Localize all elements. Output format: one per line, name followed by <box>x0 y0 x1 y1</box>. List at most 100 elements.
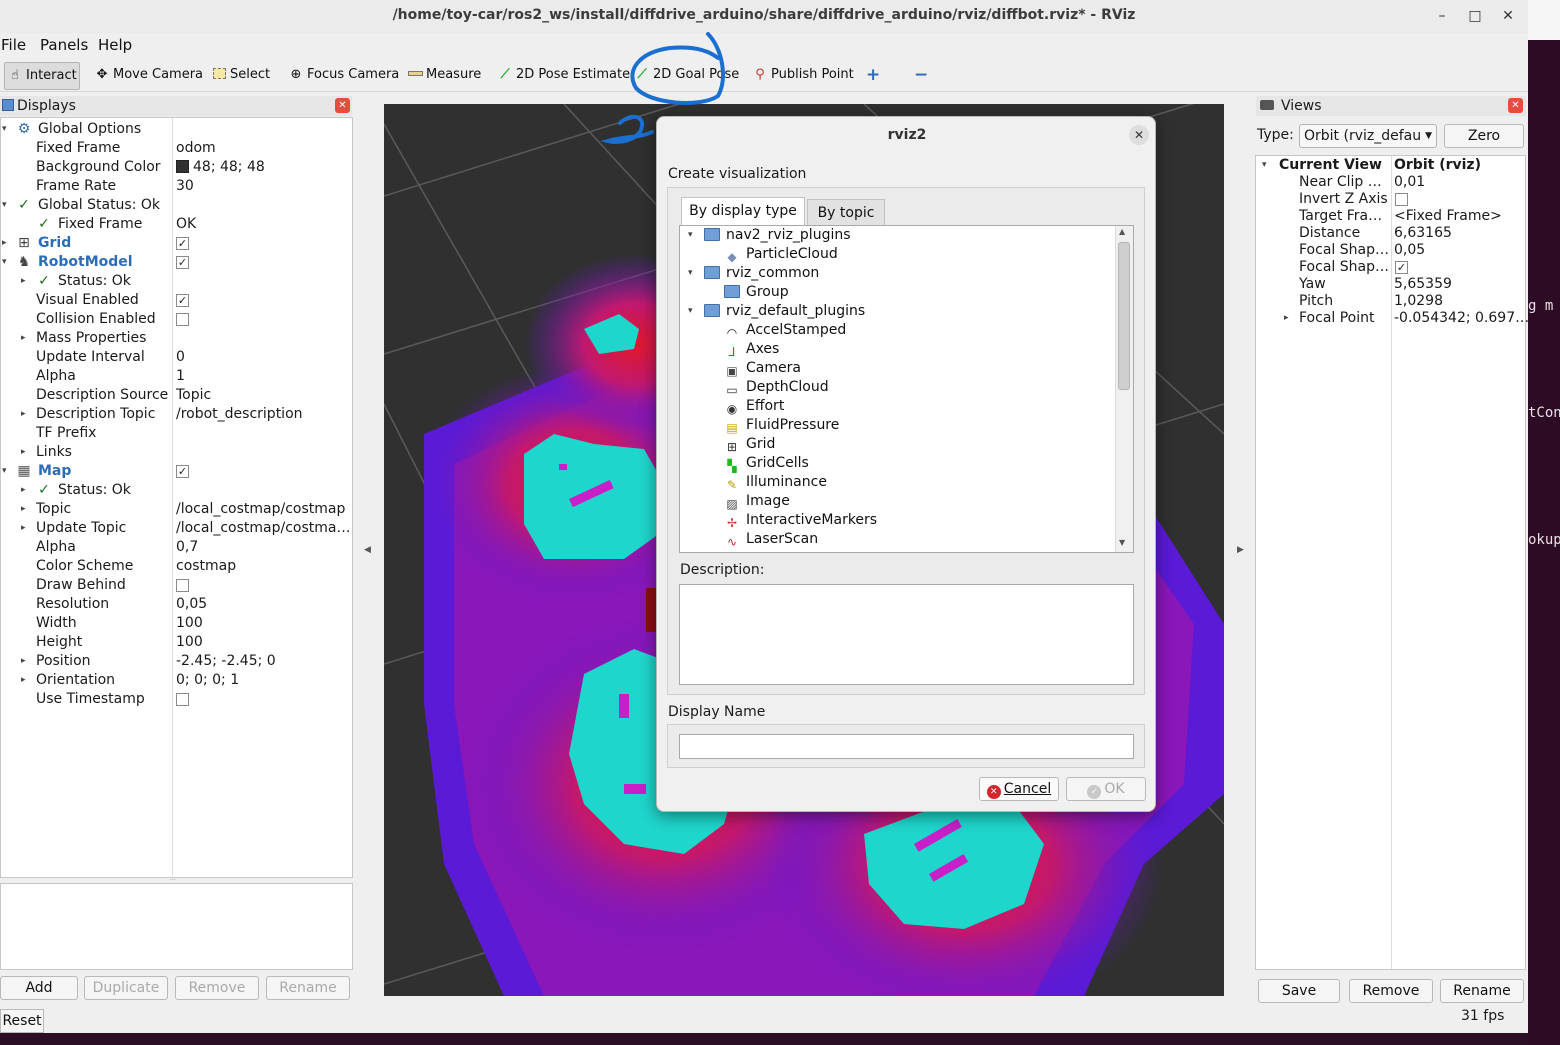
views-tree[interactable]: ▾ Current View Orbit (rviz) Near Clip … 0,01… <box>1255 155 1528 970</box>
display-row[interactable]: ✓ Fixed Frame OK <box>1 215 353 234</box>
expand-down-icon[interactable]: ▾ <box>1262 157 1267 174</box>
display-type-item[interactable]: Group <box>724 283 789 302</box>
display-row[interactable]: ▸ Mass Properties <box>1 329 353 348</box>
view-row-value[interactable]: 1,0298 <box>1394 293 1443 310</box>
display-row[interactable]: ▸ Description Topic/robot_description <box>1 405 353 424</box>
view-row[interactable]: Target Fra… <Fixed Frame> <box>1256 208 1524 225</box>
view-row-value[interactable]: <Fixed Frame> <box>1394 208 1502 225</box>
display-row[interactable]: Fixed Frame odom <box>1 139 353 158</box>
expand-right-icon[interactable]: ▸ <box>21 519 26 538</box>
display-row-value[interactable]: /robot_description <box>176 405 303 424</box>
expand-down-icon[interactable]: ▾ <box>2 120 7 139</box>
splitter-handle[interactable]: ··· <box>170 877 182 884</box>
rename-display-button[interactable]: Rename <box>266 976 350 1000</box>
duplicate-display-button[interactable]: Duplicate <box>84 976 168 1000</box>
tab-by-display-type[interactable]: By display type <box>681 197 805 225</box>
checkbox[interactable]: ✓ <box>1395 261 1408 274</box>
display-row[interactable]: ▸ ✓ Status: Ok <box>1 481 353 500</box>
expand-right-icon[interactable]: ▸ <box>21 443 26 462</box>
scroll-up-icon[interactable]: ▲ <box>1119 227 1125 236</box>
expand-right-icon[interactable]: ▸ <box>21 272 26 291</box>
view-row[interactable]: Near Clip … 0,01 <box>1256 174 1524 191</box>
display-type-item[interactable]: ▭ DepthCloud <box>724 378 828 397</box>
menu-panels[interactable]: Panels <box>40 36 88 54</box>
view-row[interactable]: Distance 6,63165 <box>1256 225 1524 242</box>
view-row[interactable]: ▸ Focal Point -0.054342; 0.697… <box>1256 310 1528 327</box>
plugin-group-item[interactable]: ▾ rviz_default_plugins <box>688 302 865 321</box>
checkbox[interactable] <box>176 579 189 592</box>
display-row[interactable]: Resolution 0,05 <box>1 595 353 614</box>
view-row[interactable]: Yaw 5,65359 <box>1256 276 1524 293</box>
close-icon[interactable]: ✕ <box>1129 125 1149 145</box>
display-type-item[interactable]: ▣ Camera <box>724 359 801 378</box>
display-row[interactable]: TF Prefix <box>1 424 353 443</box>
display-row[interactable]: ▸ ⊞ Grid ✓ <box>1 234 353 253</box>
display-row[interactable]: Use Timestamp <box>1 690 353 709</box>
view-row-value[interactable]: 5,65359 <box>1394 276 1452 293</box>
display-row[interactable]: ▸ ✓ Status: Ok <box>1 272 353 291</box>
display-row-value[interactable]: 100 <box>176 614 203 633</box>
display-row[interactable]: Width 100 <box>1 614 353 633</box>
display-type-item[interactable]: ∿ LaserScan <box>724 530 818 549</box>
menu-file[interactable]: File <box>1 36 26 54</box>
display-row-value[interactable]: costmap <box>176 557 236 576</box>
remove-view-button[interactable]: Remove <box>1349 979 1433 1003</box>
close-window-button[interactable]: ✕ <box>1497 5 1519 27</box>
remove-tool-button[interactable]: − <box>912 62 928 90</box>
display-row[interactable]: ▾ ♞ RobotModel ✓ <box>1 253 353 272</box>
save-view-button[interactable]: Save <box>1258 979 1340 1003</box>
expand-down-icon[interactable]: ▾ <box>2 253 7 272</box>
display-type-item[interactable]: ⊞ Grid <box>724 435 775 454</box>
view-row[interactable]: Pitch 1,0298 <box>1256 293 1524 310</box>
collapse-left-icon[interactable]: ◀ <box>364 545 371 555</box>
display-row-value[interactable]: /local_costmap/costma… <box>176 519 350 538</box>
view-row-value[interactable]: 6,63165 <box>1394 225 1452 242</box>
zero-button[interactable]: Zero <box>1444 124 1524 148</box>
plugin-group-item[interactable]: ▾ nav2_rviz_plugins <box>688 226 851 245</box>
display-row[interactable]: Description Source Topic <box>1 386 353 405</box>
expand-down-icon[interactable]: ▾ <box>688 226 693 245</box>
reset-button[interactable]: Reset <box>0 1009 44 1033</box>
publish-point-tool[interactable]: ⚲ Publish Point <box>750 62 854 90</box>
display-type-item[interactable]: ✢ InteractiveMarkers <box>724 511 877 530</box>
checkbox[interactable] <box>176 313 189 326</box>
display-row-value[interactable]: /local_costmap/costmap <box>176 500 345 519</box>
expand-right-icon[interactable]: ▸ <box>21 481 26 500</box>
plugin-group-item[interactable]: ▾ rviz_common <box>688 264 819 283</box>
expand-right-icon[interactable]: ▸ <box>21 652 26 671</box>
expand-right-icon[interactable]: ▸ <box>1284 310 1289 327</box>
display-type-item[interactable]: ✎ Illuminance <box>724 473 827 492</box>
add-tool-button[interactable]: + <box>864 62 880 90</box>
expand-right-icon[interactable]: ▸ <box>2 234 7 253</box>
collapse-right-icon[interactable]: ▶ <box>1237 545 1244 555</box>
cancel-button[interactable]: ✕ Cancel <box>979 777 1059 801</box>
display-type-item[interactable]: ◉ Effort <box>724 397 785 416</box>
display-row-value[interactable]: -2.45; -2.45; 0 <box>176 652 276 671</box>
display-row-value[interactable]: 0,05 <box>176 595 207 614</box>
checkbox[interactable]: ✓ <box>176 237 189 250</box>
display-type-item[interactable]: ▚ GridCells <box>724 454 808 473</box>
display-row[interactable]: ▾ ▦ Map ✓ <box>1 462 353 481</box>
display-row[interactable]: Draw Behind <box>1 576 353 595</box>
display-type-item[interactable]: ⅃ Axes <box>724 340 780 359</box>
focus-camera-tool[interactable]: ⊕ Focus Camera <box>286 62 400 90</box>
display-row[interactable]: ▸ Position -2.45; -2.45; 0 <box>1 652 353 671</box>
checkbox[interactable]: ✓ <box>176 294 189 307</box>
view-row[interactable]: Focal Shap… 0,05 <box>1256 242 1524 259</box>
checkbox[interactable]: ✓ <box>176 465 189 478</box>
add-display-button[interactable]: Add <box>0 976 78 1000</box>
remove-display-button[interactable]: Remove <box>175 976 259 1000</box>
measure-tool[interactable]: Measure <box>405 62 481 90</box>
displays-tree[interactable]: ▾ ⚙ Global Options Fixed Frame odom Backgroun… <box>0 117 353 878</box>
display-row-value[interactable]: 100 <box>176 633 203 652</box>
display-type-item[interactable]: ◆ ParticleCloud <box>724 245 837 264</box>
display-row-value[interactable]: Topic <box>176 386 211 405</box>
display-name-input[interactable] <box>679 734 1134 759</box>
checkbox[interactable] <box>176 693 189 706</box>
display-row[interactable]: ▸ Topic/local_costmap/costmap <box>1 500 353 519</box>
expand-down-icon[interactable]: ▾ <box>2 196 7 215</box>
view-row-value[interactable]: 0,01 <box>1394 174 1425 191</box>
ok-button[interactable]: ✓ OK <box>1066 777 1146 801</box>
scroll-down-icon[interactable]: ▼ <box>1119 538 1125 547</box>
display-row-value[interactable]: 30 <box>176 177 194 196</box>
